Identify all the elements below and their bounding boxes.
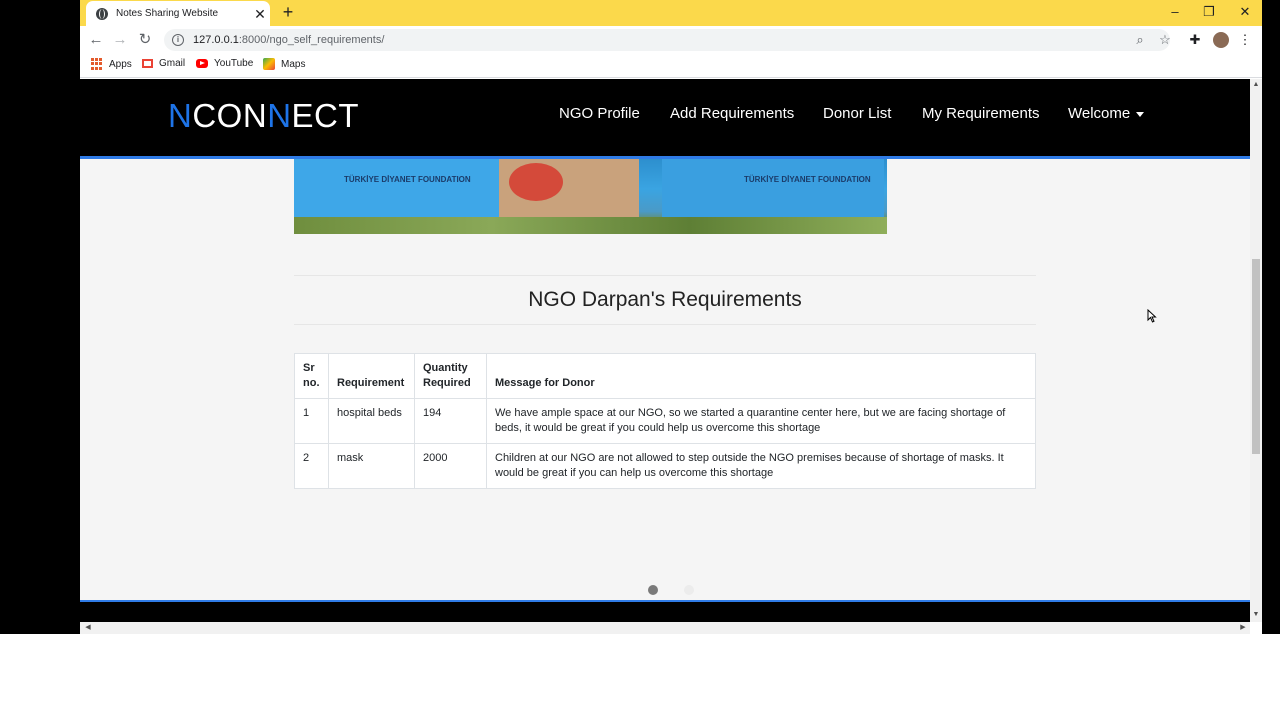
bookmark-label: Apps [109, 58, 132, 70]
reload-icon[interactable]: ↻ [134, 30, 156, 50]
screen: Notes Sharing Website ✕ + – ❐ ✕ ← → ↻ i … [0, 0, 1280, 720]
carousel-indicators [648, 585, 694, 595]
zoom-icon[interactable]: ⌕ [1131, 32, 1149, 48]
bookmark-youtube[interactable]: YouTube [196, 58, 253, 69]
col-header-message: Message for Donor [486, 353, 1036, 399]
nav-ngo-profile[interactable]: NGO Profile [559, 105, 640, 122]
tab-strip: Notes Sharing Website ✕ + – ❐ ✕ [80, 0, 1262, 26]
back-icon[interactable]: ← [85, 30, 107, 50]
info-icon[interactable]: i [172, 34, 184, 46]
carousel-dot[interactable] [648, 585, 658, 595]
profile-avatar[interactable] [1213, 32, 1229, 48]
banner-image: TÜRKİYE DİYANET FOUNDATION TÜRKİYE DİYAN… [294, 159, 887, 234]
web-page: NCONNECT NGO Profile Add Requirements Do… [80, 79, 1250, 634]
maps-icon [263, 58, 275, 70]
restore-icon[interactable]: ❐ [1199, 3, 1219, 21]
nav-welcome-dropdown[interactable]: Welcome [1068, 105, 1145, 122]
bookmark-label: Gmail [159, 58, 186, 69]
youtube-icon [196, 59, 208, 68]
desktop-margin-right [1262, 0, 1280, 634]
bookmarks-bar: Apps Gmail YouTube Maps [80, 54, 1262, 78]
cell-message: Children at our NGO are not allowed to s… [486, 443, 1036, 489]
table-row: 2 mask 2000 Children at our NGO are not … [294, 443, 1036, 489]
bookmark-gmail[interactable]: Gmail [142, 58, 185, 69]
new-tab-button[interactable]: + [278, 2, 298, 22]
cell-sr: 1 [294, 398, 329, 444]
minimize-icon[interactable]: – [1165, 3, 1185, 21]
scroll-thumb[interactable] [1252, 259, 1260, 454]
extensions-icon[interactable]: ✚ [1186, 32, 1204, 48]
page-title: NGO Darpan's Requirements [528, 288, 802, 311]
desktop-margin-left [0, 0, 80, 634]
site-navbar: NCONNECT NGO Profile Add Requirements Do… [80, 79, 1250, 159]
cell-requirement: hospital beds [328, 398, 415, 444]
menu-kebab-icon[interactable]: ⋮ [1236, 32, 1254, 48]
bookmark-star-icon[interactable]: ☆ [1156, 32, 1174, 48]
nav-donor-list[interactable]: Donor List [823, 105, 891, 122]
heading-section: NGO Darpan's Requirements [294, 275, 1036, 325]
address-bar[interactable]: i 127.0.0.1 :8000/ngo_self_requirements/ [164, 29, 1170, 51]
globe-icon [96, 7, 108, 20]
close-tab-icon[interactable]: ✕ [250, 4, 270, 24]
cell-quantity: 2000 [414, 443, 487, 489]
table-row: 1 hospital beds 194 We have ample space … [294, 398, 1036, 444]
col-header-quantity: Quantity Required [414, 353, 487, 399]
url-host: 127.0.0.1 [193, 34, 239, 46]
cell-sr: 2 [294, 443, 329, 489]
scroll-up-icon[interactable]: ▲ [1250, 81, 1262, 88]
bookmark-apps[interactable]: Apps [91, 58, 132, 70]
horizontal-scrollbar[interactable]: ◀ ▶ [80, 622, 1250, 634]
site-logo[interactable]: NCONNECT [168, 97, 359, 135]
shirt-text-left: TÜRKİYE DİYANET FOUNDATION [344, 175, 471, 184]
carousel-dot[interactable] [684, 585, 694, 595]
url-path: :8000/ngo_self_requirements/ [238, 34, 385, 46]
forward-icon[interactable]: → [109, 30, 131, 50]
gmail-icon [142, 59, 153, 68]
cell-quantity: 194 [414, 398, 487, 444]
cell-message: We have ample space at our NGO, so we st… [486, 398, 1036, 444]
scroll-left-icon[interactable]: ◀ [82, 623, 94, 631]
close-window-icon[interactable]: ✕ [1235, 3, 1255, 21]
browser-window: Notes Sharing Website ✕ + – ❐ ✕ ← → ↻ i … [80, 0, 1262, 634]
vertical-scrollbar[interactable]: ▲ ▼ [1250, 79, 1262, 622]
scroll-right-icon[interactable]: ▶ [1237, 623, 1249, 631]
nav-add-requirements[interactable]: Add Requirements [670, 105, 794, 122]
mouse-cursor-icon [1147, 309, 1157, 323]
bookmark-label: YouTube [214, 58, 254, 69]
col-header-requirement: Requirement [328, 353, 415, 399]
tab-title: Notes Sharing Website [116, 8, 219, 19]
nav-my-requirements[interactable]: My Requirements [922, 105, 1040, 122]
requirements-table: Sr no. Requirement Quantity Required Mes… [294, 353, 1036, 489]
shirt-text-right: TÜRKİYE DİYANET FOUNDATION [744, 175, 871, 184]
cell-requirement: mask [328, 443, 415, 489]
browser-tab[interactable]: Notes Sharing Website ✕ [86, 1, 270, 26]
bookmark-maps[interactable]: Maps [263, 58, 305, 70]
apps-grid-icon [91, 58, 103, 70]
welcome-label: Welcome [1068, 105, 1131, 122]
table-header-row: Sr no. Requirement Quantity Required Mes… [294, 353, 1036, 399]
caret-down-icon [1136, 111, 1145, 117]
scroll-down-icon[interactable]: ▼ [1250, 611, 1262, 618]
bookmark-label: Maps [281, 58, 306, 70]
browser-toolbar: ← → ↻ i 127.0.0.1 :8000/ngo_self_require… [80, 26, 1262, 54]
col-header-sr: Sr no. [294, 353, 329, 399]
